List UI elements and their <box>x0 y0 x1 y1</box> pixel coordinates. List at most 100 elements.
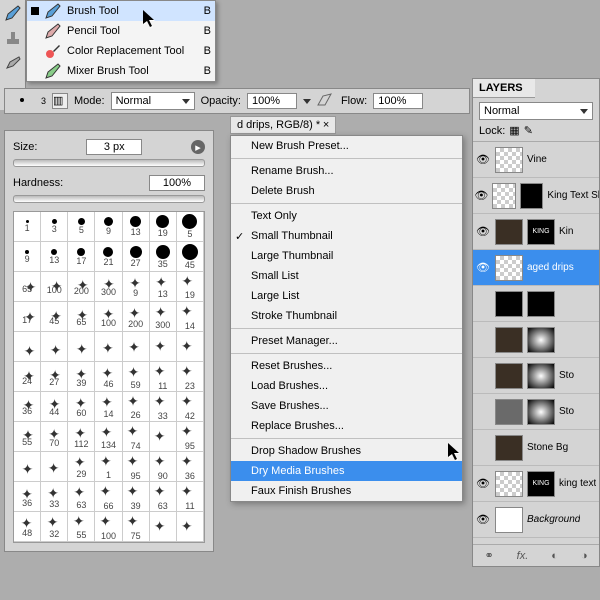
brush-preset-cell[interactable]: ✦75 <box>123 512 150 542</box>
menu-item[interactable]: Save Brushes... <box>231 396 462 416</box>
brush-preset-cell[interactable]: ✦90 <box>150 452 177 482</box>
menu-item[interactable]: Delete Brush <box>231 181 462 201</box>
brush-preset-cell[interactable]: ✦14 <box>177 302 204 332</box>
menu-item[interactable]: Stroke Thumbnail <box>231 306 462 326</box>
tablet-pressure-icon[interactable] <box>317 93 335 109</box>
brush-preset-cell[interactable]: ✦24 <box>14 362 41 392</box>
brush-preset-cell[interactable]: 21 <box>95 242 122 272</box>
hardness-slider[interactable] <box>13 195 205 203</box>
menu-item[interactable]: Rename Brush... <box>231 161 462 181</box>
brush-preset-cell[interactable]: 45 <box>177 242 204 272</box>
opacity-input[interactable]: 100% <box>247 93 297 109</box>
layer-row[interactable]: 👁King Text Sha <box>473 178 599 214</box>
brush-preset-cell[interactable]: ✦39 <box>123 482 150 512</box>
brush-preset-cell[interactable]: ✦36 <box>14 482 41 512</box>
menu-item[interactable]: Drop Shadow Brushes <box>231 441 462 461</box>
brush-preset-cell[interactable]: ✦ <box>150 422 177 452</box>
layer-row[interactable]: 👁KINGking text <box>473 466 599 502</box>
link-icon[interactable]: ⚭ <box>484 549 493 562</box>
brush-preset-cell[interactable]: 17 <box>68 242 95 272</box>
brush-preset-cell[interactable]: ✦13 <box>150 272 177 302</box>
brush-preset-cell[interactable]: ✦200 <box>123 302 150 332</box>
brush-preset-cell[interactable]: ✦66 <box>95 482 122 512</box>
menu-item[interactable]: New Brush Preset... <box>231 136 462 156</box>
brush-preset-cell[interactable]: ✦19 <box>177 272 204 302</box>
brush-preset-cell[interactable]: ✦65 <box>14 272 41 302</box>
brush-preset-cell[interactable]: ✦200 <box>68 272 95 302</box>
brush-preset-cell[interactable]: 1 <box>14 212 41 242</box>
layer-row[interactable]: 👁aged drips <box>473 250 599 286</box>
brush-preset-cell[interactable]: ✦33 <box>41 482 68 512</box>
brush-preset-cell[interactable]: ✦39 <box>68 362 95 392</box>
brush-preset-cell[interactable]: ✦ <box>177 512 204 542</box>
brush-preset-cell[interactable]: ✦29 <box>68 452 95 482</box>
brush-preset-cell[interactable]: ✦ <box>41 452 68 482</box>
lock-transparency-icon[interactable]: ▦ <box>509 124 519 137</box>
visibility-eye-icon[interactable]: 👁 <box>473 477 493 490</box>
blend-mode-select[interactable]: Normal <box>479 102 593 120</box>
brush-preset-cell[interactable]: 13 <box>41 242 68 272</box>
flow-input[interactable]: 100% <box>373 93 423 109</box>
brush-preset-cell[interactable]: ✦11 <box>150 362 177 392</box>
brush-preset-cell[interactable]: ✦ <box>14 332 41 362</box>
brush-preset-cell[interactable]: ✦55 <box>14 422 41 452</box>
brush-preset-cell[interactable]: ✦1 <box>95 452 122 482</box>
brush-preset-cell[interactable]: ✦ <box>177 332 204 362</box>
brush-preset-cell[interactable]: ✦33 <box>150 392 177 422</box>
brush-preset-cell[interactable]: ✦70 <box>41 422 68 452</box>
close-icon[interactable]: × <box>323 119 329 131</box>
menu-item[interactable]: Faux Finish Brushes <box>231 481 462 501</box>
menu-item[interactable]: Replace Brushes... <box>231 416 462 436</box>
brush-preset-cell[interactable]: ✦36 <box>14 392 41 422</box>
menu-item[interactable]: Small List <box>231 266 462 286</box>
brush-preset-cell[interactable]: 9 <box>95 212 122 242</box>
brush-preset-cell[interactable]: ✦ <box>150 512 177 542</box>
tool-item-mixer[interactable]: Mixer Brush Tool B <box>27 61 215 81</box>
brush-preset-cell[interactable]: ✦9 <box>123 272 150 302</box>
brush-preset-cell[interactable]: ✦74 <box>123 422 150 452</box>
brush-tool-icon[interactable] <box>1 1 25 25</box>
visibility-eye-icon[interactable]: 👁 <box>473 225 493 238</box>
brush-preview-icon[interactable] <box>11 89 35 113</box>
brush-preset-cell[interactable]: ✦63 <box>150 482 177 512</box>
brush-preset-cell[interactable]: ✦42 <box>177 392 204 422</box>
brush-preset-cell[interactable]: 35 <box>150 242 177 272</box>
brush-preset-cell[interactable]: ✦65 <box>68 302 95 332</box>
brush-preset-cell[interactable]: 5 <box>177 212 204 242</box>
brush-preset-cell[interactable]: ✦17 <box>14 302 41 332</box>
layer-row[interactable] <box>473 286 599 322</box>
brush-preset-cell[interactable]: ✦23 <box>177 362 204 392</box>
brush-preset-cell[interactable]: ✦300 <box>150 302 177 332</box>
brush-preset-cell[interactable]: ✦134 <box>95 422 122 452</box>
menu-item[interactable]: Text Only <box>231 206 462 226</box>
stamp-tool-icon[interactable] <box>1 26 25 50</box>
visibility-eye-icon[interactable]: 👁 <box>473 189 490 202</box>
brush-preset-cell[interactable]: ✦55 <box>68 512 95 542</box>
brush-preset-cell[interactable]: ✦14 <box>95 392 122 422</box>
brush-preset-cell[interactable]: ✦ <box>123 332 150 362</box>
menu-item[interactable]: Dry Media Brushes <box>231 461 462 481</box>
document-tab[interactable]: d drips, RGB/8) * × <box>230 116 336 134</box>
layer-row[interactable]: 👁Background <box>473 502 599 538</box>
layer-row[interactable]: 👁KINGKin <box>473 214 599 250</box>
brush-preset-cell[interactable]: ✦59 <box>123 362 150 392</box>
brush-preset-cell[interactable]: 9 <box>14 242 41 272</box>
layer-row[interactable]: Sto <box>473 394 599 430</box>
adjustment-icon[interactable]: ◑ <box>581 550 588 562</box>
brush-preset-cell[interactable]: ✦60 <box>68 392 95 422</box>
menu-item[interactable]: Reset Brushes... <box>231 356 462 376</box>
brush-preset-cell[interactable]: ✦ <box>68 332 95 362</box>
brush-preset-cell[interactable]: ✦ <box>150 332 177 362</box>
brush-preset-cell[interactable]: ✦100 <box>41 272 68 302</box>
tool-item-color-replace[interactable]: Color Replacement Tool B <box>27 41 215 61</box>
menu-item[interactable]: ✓Small Thumbnail <box>231 226 462 246</box>
layer-row[interactable]: Stone Bg <box>473 430 599 466</box>
size-slider[interactable] <box>13 159 205 167</box>
brush-preset-cell[interactable]: ✦27 <box>41 362 68 392</box>
brush-preset-cell[interactable]: ✦48 <box>14 512 41 542</box>
layer-row[interactable]: Sto <box>473 358 599 394</box>
brush-preset-cell[interactable]: 13 <box>123 212 150 242</box>
brush-preset-cell[interactable]: ✦44 <box>41 392 68 422</box>
brush-preset-cell[interactable]: ✦300 <box>95 272 122 302</box>
tool-item-pencil[interactable]: Pencil Tool B <box>27 21 215 41</box>
